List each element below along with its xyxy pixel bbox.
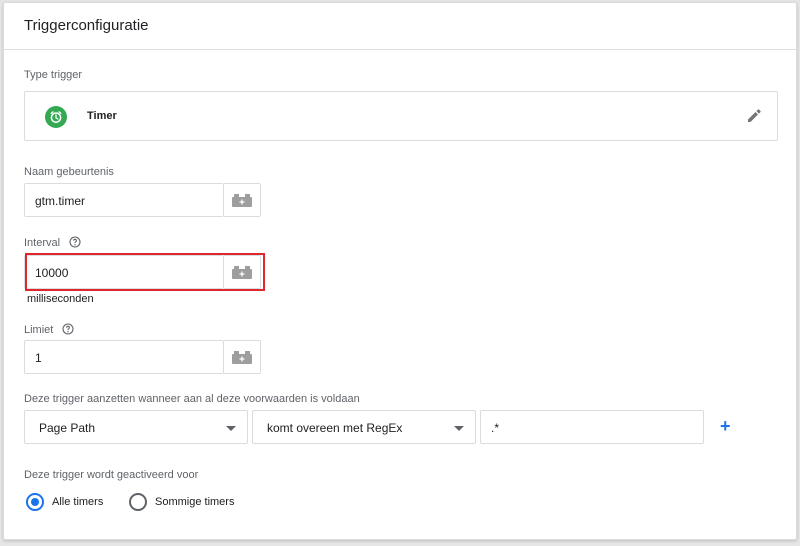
- radio-some-timers-circle[interactable]: [129, 493, 147, 511]
- trigger-type-label: Type trigger: [24, 69, 83, 81]
- trigger-type-name: Timer: [87, 110, 117, 122]
- pencil-icon[interactable]: [745, 107, 763, 130]
- trigger-config-panel: Triggerconfiguratie Type trigger Timer N…: [3, 2, 797, 540]
- limit-label-wrap: Limiet: [24, 323, 74, 336]
- condition-value: .*: [491, 421, 500, 435]
- radio-some-timers-label: Sommige timers: [155, 496, 235, 508]
- event-name-variable-button[interactable]: [224, 183, 261, 217]
- event-name-value: gtm.timer: [35, 194, 86, 208]
- radio-some-timers[interactable]: Sommige timers: [129, 493, 269, 513]
- radio-all-timers[interactable]: Alle timers: [26, 493, 146, 513]
- variable-block-icon: [232, 194, 252, 207]
- chevron-down-icon: [454, 426, 464, 431]
- panel-title: Triggerconfiguratie: [24, 17, 149, 34]
- event-name-label: Naam gebeurtenis: [24, 166, 114, 178]
- condition-operator-select[interactable]: komt overeen met RegEx: [252, 410, 476, 444]
- condition-variable-select[interactable]: Page Path: [24, 410, 248, 444]
- interval-unit: milliseconden: [27, 293, 94, 305]
- add-condition-button[interactable]: +: [720, 417, 731, 435]
- activation-label: Deze trigger wordt geactiveerd voor: [24, 469, 199, 481]
- limit-value: 1: [35, 351, 42, 365]
- limit-variable-button[interactable]: [224, 340, 261, 374]
- help-icon[interactable]: [69, 236, 81, 248]
- panel-header: Triggerconfiguratie: [4, 3, 796, 50]
- limit-label: Limiet: [24, 324, 54, 336]
- condition-variable-value: Page Path: [39, 421, 96, 435]
- variable-block-icon: [232, 351, 252, 364]
- alarm-clock-icon: [45, 106, 67, 128]
- radio-all-timers-label: Alle timers: [52, 496, 104, 508]
- interval-label-wrap: Interval: [24, 236, 81, 249]
- trigger-type-card[interactable]: Timer: [24, 91, 778, 141]
- condition-label: Deze trigger aanzetten wanneer aan al de…: [24, 393, 360, 405]
- limit-input[interactable]: 1: [24, 340, 224, 374]
- interval-label: Interval: [24, 237, 61, 249]
- interval-highlight-box: [25, 253, 265, 291]
- condition-value-input[interactable]: .*: [480, 410, 704, 444]
- event-name-input[interactable]: gtm.timer: [24, 183, 224, 217]
- condition-operator-value: komt overeen met RegEx: [267, 421, 403, 435]
- chevron-down-icon: [226, 426, 236, 431]
- radio-all-timers-circle[interactable]: [26, 493, 44, 511]
- help-icon[interactable]: [62, 323, 74, 335]
